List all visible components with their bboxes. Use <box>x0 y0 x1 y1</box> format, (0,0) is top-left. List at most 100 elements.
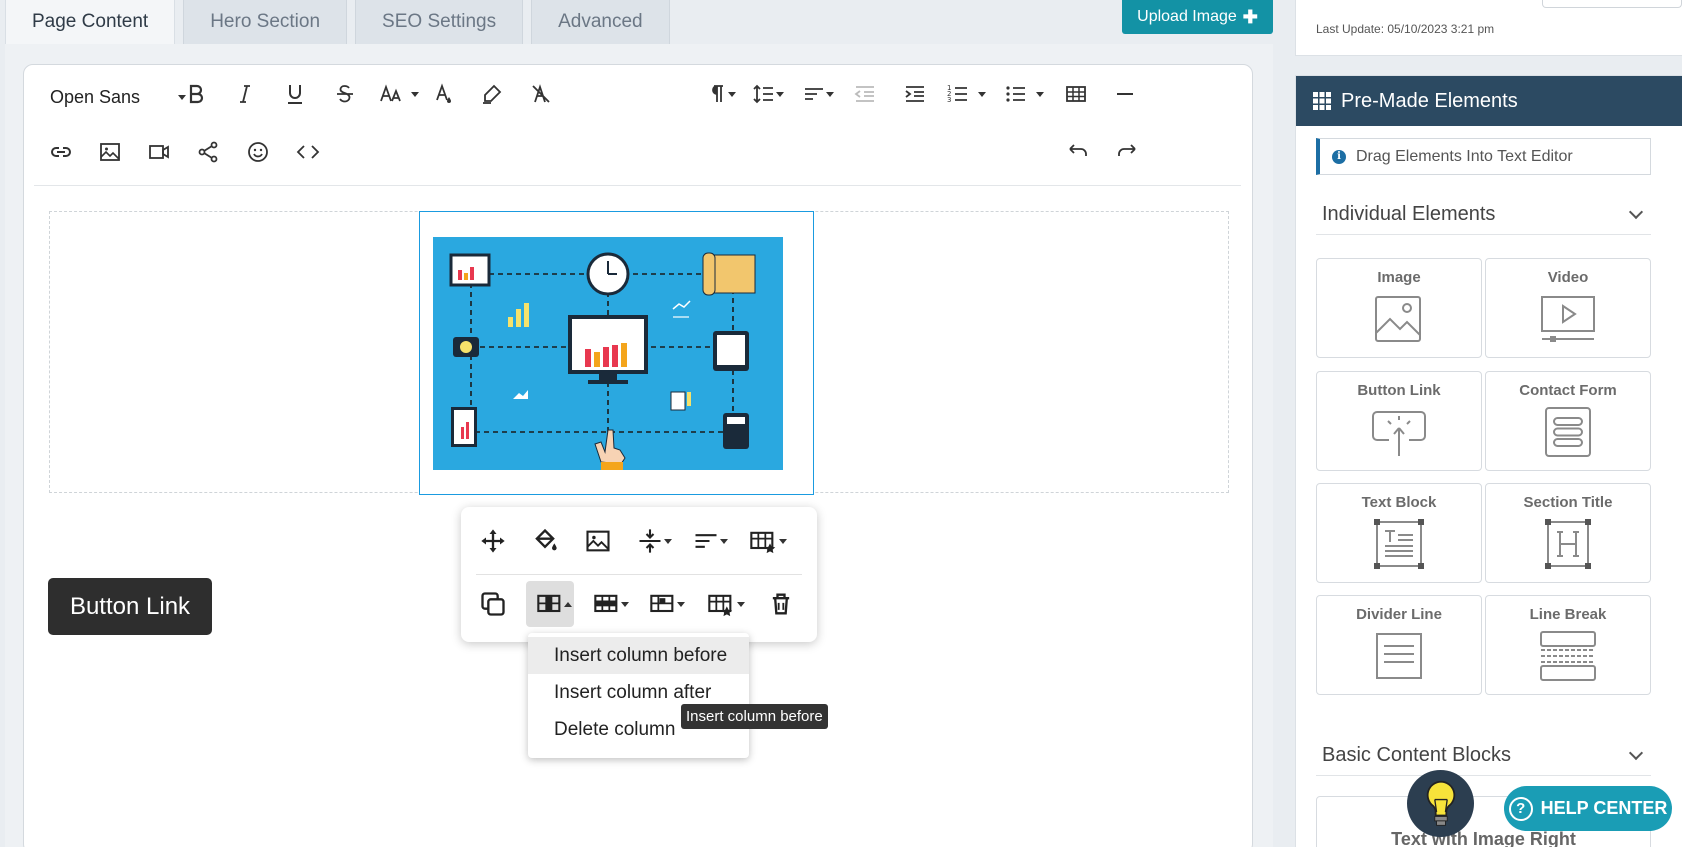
lightbulb-icon[interactable] <box>1407 770 1474 837</box>
tab-hero-section[interactable]: Hero Section <box>183 0 348 45</box>
publish-info-panel: Last Update: 05/10/2023 3:21 pm <box>1295 0 1682 56</box>
section-title-icon <box>1540 518 1596 570</box>
element-label: Image <box>1377 269 1421 286</box>
element-label: Divider Line <box>1356 606 1442 623</box>
element-label: Video <box>1547 269 1589 286</box>
help-center-button[interactable]: ? HELP CENTER <box>1504 786 1672 831</box>
move-icon[interactable] <box>470 518 516 564</box>
table-icon[interactable] <box>1056 74 1096 114</box>
table-edit-popup <box>461 507 817 642</box>
highlight-icon[interactable] <box>472 74 512 114</box>
strikethrough-icon[interactable] <box>325 74 365 114</box>
delete-table-icon[interactable] <box>758 581 804 627</box>
block-label: Text with Image Right <box>1391 829 1576 847</box>
tab-page-content[interactable]: Page Content <box>5 0 176 45</box>
element-label: Text Block <box>1361 494 1437 511</box>
selected-image[interactable] <box>419 211 814 495</box>
button-link-element[interactable]: Button Link <box>48 578 212 635</box>
cell-background-icon[interactable] <box>522 518 568 564</box>
align-icon[interactable] <box>796 74 840 114</box>
premade-elements-title: Pre-Made Elements <box>1341 89 1518 112</box>
business-network-illustration <box>433 237 783 470</box>
grid-icon <box>1313 92 1331 110</box>
indent-icon[interactable] <box>895 74 935 114</box>
individual-elements-header[interactable]: Individual Elements <box>1316 195 1651 235</box>
clear-format-icon[interactable] <box>521 74 561 114</box>
svg-text:3: 3 <box>947 96 951 104</box>
basic-content-blocks-header[interactable]: Basic Content Blocks <box>1316 736 1651 776</box>
element-card-divider-line[interactable]: Divider Line <box>1316 595 1482 695</box>
element-label: Contact Form <box>1519 382 1617 399</box>
font-family-select[interactable]: Open Sans <box>50 79 190 115</box>
undo-icon[interactable] <box>1058 132 1098 172</box>
upload-image-label: Upload Image <box>1137 8 1237 25</box>
divider-line-icon <box>1371 630 1427 682</box>
plus-icon: ✚ <box>1242 6 1258 27</box>
element-card-text-block[interactable]: Text Block <box>1316 483 1482 583</box>
merge-cells-icon[interactable] <box>639 581 687 627</box>
element-card-section-title[interactable]: Section Title <box>1485 483 1651 583</box>
italic-icon[interactable] <box>225 74 265 114</box>
paragraph-format-icon[interactable] <box>700 74 740 114</box>
help-center-label: HELP CENTER <box>1540 798 1668 818</box>
tab-bar: Page Content Hero Section SEO Settings A… <box>5 0 678 45</box>
element-label: Button Link <box>1357 382 1441 399</box>
cell-style-icon[interactable] <box>695 581 747 627</box>
image-icon[interactable] <box>90 132 130 172</box>
premade-elements-panel: Pre-Made Elements i Drag Elements Into T… <box>1295 75 1682 847</box>
contact-form-icon <box>1540 406 1596 458</box>
drag-hint: i Drag Elements Into Text Editor <box>1316 138 1651 175</box>
text-block-icon <box>1371 518 1427 570</box>
chevron-down-icon <box>1628 204 1644 219</box>
popup-divider <box>476 574 802 575</box>
basic-content-blocks-title: Basic Content Blocks <box>1322 744 1511 766</box>
horizontal-line-icon[interactable] <box>1105 74 1145 114</box>
redo-icon[interactable] <box>1107 132 1147 172</box>
line-break-icon <box>1540 630 1596 682</box>
question-icon: ? <box>1508 796 1533 821</box>
link-icon[interactable] <box>41 132 81 172</box>
horizontal-align-icon[interactable] <box>682 518 730 564</box>
copy-icon[interactable] <box>470 581 516 627</box>
chevron-down-icon <box>1628 745 1644 760</box>
video-icon[interactable] <box>139 132 179 172</box>
image-icon <box>1371 293 1427 345</box>
share-icon[interactable] <box>188 132 228 172</box>
outdent-icon[interactable] <box>845 74 885 114</box>
underline-icon[interactable] <box>275 74 315 114</box>
individual-elements-title: Individual Elements <box>1322 203 1496 225</box>
code-view-icon[interactable] <box>288 132 328 172</box>
unordered-list-icon[interactable] <box>1000 74 1048 114</box>
tab-advanced[interactable]: Advanced <box>531 0 670 45</box>
table-style-icon[interactable] <box>737 518 789 564</box>
column-icon[interactable] <box>526 581 574 627</box>
vertical-align-icon[interactable] <box>626 518 674 564</box>
element-label: Section Title <box>1523 494 1613 511</box>
toolbar-divider <box>34 185 1241 186</box>
insert-image-icon[interactable] <box>575 518 621 564</box>
element-card-line-break[interactable]: Line Break <box>1485 595 1651 695</box>
emoticon-icon[interactable] <box>238 132 278 172</box>
button-link-icon <box>1371 406 1427 458</box>
bold-icon[interactable] <box>176 74 216 114</box>
menu-item-insert-column-before[interactable]: Insert column before <box>528 637 749 674</box>
upload-image-button[interactable]: Upload Image ✚ <box>1122 0 1273 34</box>
premade-elements-header: Pre-Made Elements <box>1296 76 1682 126</box>
element-card-image[interactable]: Image <box>1316 258 1482 358</box>
ordered-list-icon[interactable]: 123 <box>942 74 990 114</box>
element-card-button-link[interactable]: Button Link <box>1316 371 1482 471</box>
row-icon[interactable] <box>583 581 631 627</box>
drag-hint-text: Drag Elements Into Text Editor <box>1356 147 1573 165</box>
element-card-contact-form[interactable]: Contact Form <box>1485 371 1651 471</box>
column-dropdown-menu: Insert column before Insert column after… <box>528 633 749 758</box>
font-size-icon[interactable] <box>375 74 423 114</box>
element-card-video[interactable]: Video <box>1485 258 1651 358</box>
line-height-icon[interactable] <box>746 74 790 114</box>
font-family-value: Open Sans <box>50 86 141 107</box>
video-icon <box>1540 293 1596 345</box>
text-color-icon[interactable] <box>423 74 463 114</box>
info-icon: i <box>1332 149 1346 164</box>
last-update-text: Last Update: 05/10/2023 3:21 pm <box>1316 22 1495 36</box>
tab-seo-settings[interactable]: SEO Settings <box>355 0 524 45</box>
date-input[interactable] <box>1542 0 1682 8</box>
